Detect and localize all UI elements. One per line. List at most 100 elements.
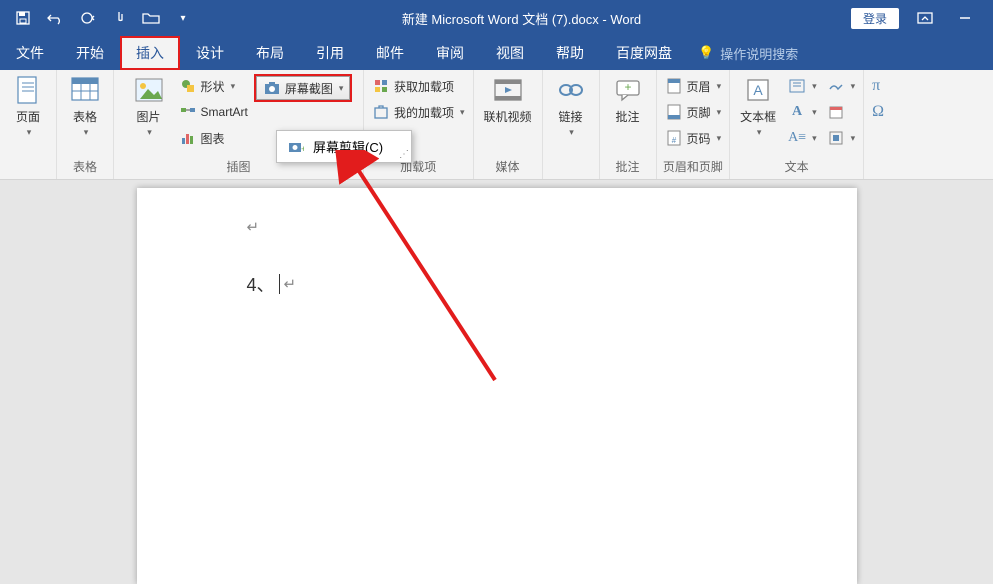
chevron-down-icon: ▾ [717, 133, 722, 144]
tab-design[interactable]: 设计 [180, 36, 240, 70]
paragraph-mark: ↵ [247, 219, 260, 236]
camera-icon [263, 79, 281, 97]
pagenum-label: 页码 [687, 130, 711, 147]
doc-text: 4、 [247, 271, 275, 297]
addins-icon [372, 103, 390, 121]
store-icon [372, 77, 390, 95]
online-video-button[interactable]: 联机视频 [480, 74, 536, 125]
smartart-label: SmartArt [201, 105, 248, 119]
tab-insert[interactable]: 插入 [120, 36, 180, 70]
date-icon [827, 103, 845, 121]
login-button[interactable]: 登录 [851, 8, 899, 29]
attach-icon[interactable] [110, 9, 128, 27]
tab-baidu[interactable]: 百度网盘 [600, 36, 688, 70]
svg-text:A: A [753, 82, 763, 98]
header-icon [665, 77, 683, 95]
get-addins-label: 获取加载项 [394, 78, 454, 95]
my-addins-label: 我的加载项 [394, 104, 454, 121]
tab-help[interactable]: 帮助 [540, 36, 600, 70]
video-label: 联机视频 [484, 108, 532, 125]
ribbon-display-icon[interactable] [911, 4, 939, 32]
pi-icon: π [872, 77, 880, 95]
picture-icon [133, 74, 165, 106]
picture-label: 图片 [137, 108, 161, 125]
video-icon [492, 74, 524, 106]
group-comments: + 批注 批注 [600, 70, 657, 179]
table-button[interactable]: 表格 ▾ [63, 74, 107, 138]
chevron-down-icon: ▾ [812, 81, 817, 92]
screenshot-button[interactable]: 屏幕截图 ▾ [256, 76, 351, 100]
qat-customize-icon[interactable]: ▾ [174, 9, 192, 27]
screenshot-dropdown: + 屏幕剪辑(C) ⋰ [276, 130, 412, 163]
object-icon [827, 129, 845, 147]
group-symbols: π Ω [864, 70, 892, 179]
document-page[interactable]: ↵ 4、 ↵ [137, 188, 857, 584]
tell-me-search[interactable]: 💡 操作说明搜索 [698, 44, 798, 63]
tab-references[interactable]: 引用 [300, 36, 360, 70]
tab-file[interactable]: 文件 [0, 36, 60, 70]
chart-button[interactable]: 图表 [177, 126, 250, 150]
chevron-down-icon: ▾ [812, 107, 817, 118]
folder-icon[interactable] [142, 9, 160, 27]
footer-button[interactable]: 页脚▾ [663, 100, 724, 124]
pages-label: 页面 [16, 108, 40, 125]
tab-layout[interactable]: 布局 [240, 36, 300, 70]
textbox-label: 文本框 [740, 108, 776, 125]
pagenum-button[interactable]: # 页码 ▾ [663, 126, 724, 150]
wordart-button[interactable]: A▾ [786, 100, 819, 124]
group-text: A 文本框 ▾ ▾ A▾ A≡▾ ▾ ▾ 文本 [730, 70, 864, 179]
quickparts-button[interactable]: ▾ [786, 74, 819, 98]
pagenum-icon: # [665, 129, 683, 147]
equation-button[interactable]: π [870, 74, 886, 98]
camera-plus-icon: + [287, 138, 305, 156]
symbol-button[interactable]: Ω [870, 100, 886, 124]
link-button[interactable]: 链接 ▾ [549, 74, 593, 138]
ribbon: 页面 ▾ 表格 ▾ 表格 图片 ▾ 形状▾ [0, 70, 993, 180]
smartart-button[interactable]: SmartArt [177, 100, 250, 124]
my-addins-button[interactable]: 我的加载项▾ [370, 100, 467, 124]
textbox-button[interactable]: A 文本框 ▾ [736, 74, 780, 138]
tab-review[interactable]: 审阅 [420, 36, 480, 70]
undo-icon[interactable] [46, 9, 64, 27]
chevron-down-icon: ▾ [569, 127, 574, 138]
tell-me-label: 操作说明搜索 [720, 44, 798, 63]
smartart-icon [179, 103, 197, 121]
datetime-button[interactable] [825, 100, 858, 124]
group-pages: 页面 ▾ [0, 70, 57, 179]
pages-button[interactable]: 页面 ▾ [6, 74, 50, 138]
object-button[interactable]: ▾ [825, 126, 858, 150]
dropcap-button[interactable]: A≡▾ [786, 126, 819, 150]
text-cursor [279, 274, 280, 294]
signature-button[interactable]: ▾ [825, 74, 858, 98]
chevron-down-icon: ▾ [851, 133, 856, 144]
shapes-button[interactable]: 形状▾ [177, 74, 250, 98]
footer-icon [665, 103, 683, 121]
get-addins-button[interactable]: 获取加载项 [370, 74, 467, 98]
signature-icon [827, 77, 845, 95]
save-icon[interactable] [14, 9, 32, 27]
document-workspace: ↵ 4、 ↵ [0, 180, 993, 584]
svg-text:+: + [301, 144, 304, 154]
group-media: 联机视频 媒体 [474, 70, 543, 179]
resize-grip-icon: ⋰ [399, 149, 409, 160]
group-media-label: 媒体 [480, 156, 536, 177]
group-headerfooter: 页眉▾ 页脚▾ # 页码 ▾ 页眉和页脚 [657, 70, 731, 179]
svg-text:#: # [671, 136, 676, 145]
picture-button[interactable]: 图片 ▾ [127, 74, 171, 138]
tab-view[interactable]: 视图 [480, 36, 540, 70]
comment-button[interactable]: + 批注 [606, 74, 650, 125]
quick-access-toolbar: ▾ [0, 9, 192, 27]
redo-icon[interactable] [78, 9, 96, 27]
header-button[interactable]: 页眉▾ [663, 74, 724, 98]
link-label: 链接 [559, 108, 583, 125]
screen-clipping-label: 屏幕剪辑(C) [313, 137, 383, 156]
screenshot-label: 屏幕截图 [285, 80, 333, 97]
bulb-icon: 💡 [698, 45, 714, 61]
tab-mailings[interactable]: 邮件 [360, 36, 420, 70]
parts-icon [788, 77, 806, 95]
minimize-icon[interactable] [951, 4, 979, 32]
group-headerfooter-label: 页眉和页脚 [663, 156, 724, 177]
screen-clipping-item[interactable]: + 屏幕剪辑(C) [277, 131, 411, 162]
tab-home[interactable]: 开始 [60, 36, 120, 70]
chevron-down-icon: ▾ [231, 81, 236, 92]
